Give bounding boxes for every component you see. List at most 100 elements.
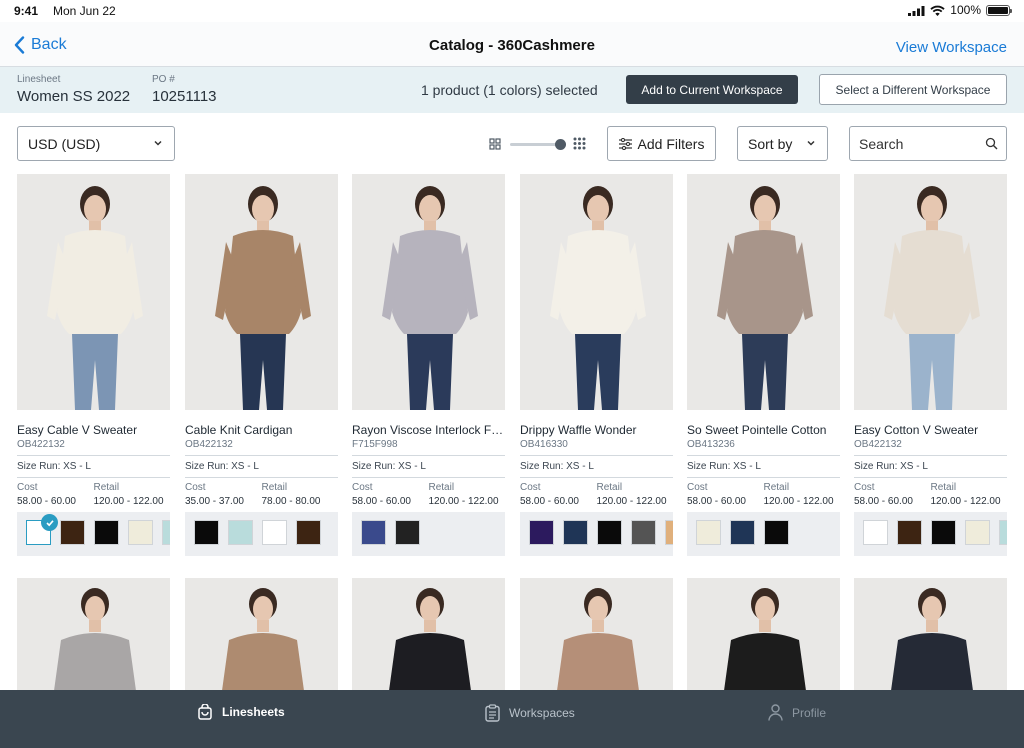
cost-column: Cost 58.00 - 60.00 — [854, 482, 931, 507]
cost-value: 58.00 - 60.00 — [17, 496, 76, 507]
color-swatch[interactable] — [597, 520, 622, 545]
product-sku: OB422132 — [185, 439, 233, 450]
wifi-icon — [930, 5, 945, 16]
model-figure — [221, 588, 305, 698]
retail-label: Retail — [930, 482, 957, 493]
model-figure — [723, 588, 807, 698]
retail-column: Retail 120.00 - 122.00 — [94, 482, 171, 507]
product-card[interactable]: So Sweet Pointelle Cotton OB413236 Size Ru… — [687, 174, 840, 557]
status-date: Mon Jun 22 — [53, 4, 116, 18]
color-swatch[interactable] — [563, 520, 588, 545]
product-photo[interactable] — [352, 174, 505, 410]
product-card[interactable]: Cable Knit Cardigan OB422132 Size Run: XS … — [185, 174, 338, 557]
model-figure — [215, 186, 311, 410]
tab-linesheets[interactable]: Linesheets — [197, 704, 285, 720]
cost-column: Cost 35.00 - 37.00 — [185, 482, 262, 507]
product-sku: OB422132 — [854, 439, 902, 450]
product-card[interactable]: Easy Cable V Sweater OB422132 Size Run: XS… — [17, 174, 170, 557]
retail-column: Retail 120.00 - 122.00 — [764, 482, 841, 507]
search-input[interactable] — [859, 134, 979, 154]
grid-small-icon — [489, 138, 501, 150]
price-block: Cost 58.00 - 60.00 Retail 120.00 - 122.00 — [854, 482, 1007, 507]
cost-value: 58.00 - 60.00 — [687, 496, 746, 507]
status-time: 9:41 — [14, 4, 39, 18]
product-card[interactable] — [17, 578, 170, 698]
color-swatches — [520, 512, 673, 556]
color-swatch[interactable] — [128, 520, 153, 545]
color-swatch[interactable] — [529, 520, 554, 545]
clipboard-icon — [485, 704, 500, 722]
product-name: Cable Knit Cardigan — [185, 423, 293, 437]
add-filters-button[interactable]: Add Filters — [607, 126, 716, 161]
sort-by-select[interactable]: Sort by — [737, 126, 828, 161]
product-card[interactable] — [520, 578, 673, 698]
product-card[interactable]: Easy Cotton V Sweater OB422132 Size Run: X… — [854, 174, 1007, 557]
tab-bar: Linesheets Workspaces Profile — [0, 690, 1024, 748]
retail-value: 120.00 - 122.00 — [596, 496, 667, 507]
product-card[interactable]: Drippy Waffle Wonder OB416330 Size Run: XS… — [520, 174, 673, 557]
product-card[interactable] — [352, 578, 505, 698]
color-swatch[interactable] — [228, 520, 253, 545]
cost-label: Cost — [687, 482, 708, 493]
model-figure — [382, 186, 478, 410]
color-swatch[interactable] — [897, 520, 922, 545]
tab-profile[interactable]: Profile — [768, 704, 826, 721]
status-bar: 9:41 Mon Jun 22 100% — [0, 0, 1024, 22]
color-swatch[interactable] — [296, 520, 321, 545]
cost-label: Cost — [854, 482, 875, 493]
po-meta: PO # 10251113 — [152, 74, 217, 105]
product-card[interactable] — [687, 578, 840, 698]
currency-select[interactable]: USD (USD) — [17, 126, 175, 161]
color-swatch[interactable] — [965, 520, 990, 545]
cost-label: Cost — [520, 482, 541, 493]
search-box[interactable] — [849, 126, 1007, 161]
product-card[interactable]: Rayon Viscose Interlock Fine Gauge F715F9… — [352, 174, 505, 557]
color-swatch[interactable] — [931, 520, 956, 545]
cost-column: Cost 58.00 - 60.00 — [520, 482, 597, 507]
size-run: Size Run: XS - L — [352, 455, 505, 478]
color-swatch[interactable] — [395, 520, 420, 545]
grid-large-icon — [573, 137, 586, 150]
grid-size-slider[interactable] — [489, 135, 587, 153]
color-swatch[interactable] — [94, 520, 119, 545]
color-swatch[interactable] — [631, 520, 656, 545]
product-photo[interactable] — [687, 174, 840, 410]
color-swatch[interactable] — [730, 520, 755, 545]
tab-workspaces[interactable]: Workspaces — [485, 704, 575, 722]
color-swatch[interactable] — [361, 520, 386, 545]
price-block: Cost 58.00 - 60.00 Retail 120.00 - 122.00 — [687, 482, 840, 507]
color-swatch[interactable] — [262, 520, 287, 545]
size-run: Size Run: XS - L — [185, 455, 338, 478]
page-title: Catalog - 360Cashmere — [429, 37, 595, 54]
select-different-workspace-button[interactable]: Select a Different Workspace — [819, 74, 1007, 105]
retail-value: 78.00 - 80.00 — [261, 496, 321, 507]
product-photo[interactable] — [854, 174, 1007, 410]
view-workspace-link[interactable]: View Workspace — [896, 39, 1007, 56]
product-name: So Sweet Pointelle Cotton — [687, 423, 827, 437]
model-figure — [550, 186, 646, 410]
tab-label: Linesheets — [222, 705, 285, 719]
product-card[interactable] — [185, 578, 338, 698]
product-photo[interactable] — [520, 174, 673, 410]
back-button[interactable]: Back — [14, 36, 67, 54]
color-swatch[interactable] — [162, 520, 170, 545]
search-icon — [985, 137, 998, 150]
color-swatch[interactable] — [665, 520, 673, 545]
color-swatch[interactable] — [60, 520, 85, 545]
color-swatch[interactable] — [696, 520, 721, 545]
add-to-current-workspace-button[interactable]: Add to Current Workspace — [626, 75, 798, 104]
cost-label: Cost — [17, 482, 38, 493]
color-swatch[interactable] — [194, 520, 219, 545]
selected-check-icon — [41, 514, 58, 531]
slider-thumb[interactable] — [555, 139, 566, 150]
product-photo[interactable] — [185, 174, 338, 410]
color-swatch[interactable] — [999, 520, 1007, 545]
product-name: Easy Cable V Sweater — [17, 423, 138, 437]
product-photo[interactable] — [17, 174, 170, 410]
product-sku: OB413236 — [687, 439, 735, 450]
currency-value: USD (USD) — [28, 135, 101, 152]
color-swatch[interactable] — [863, 520, 888, 545]
person-icon — [768, 704, 783, 721]
product-card[interactable] — [854, 578, 1007, 698]
color-swatch[interactable] — [764, 520, 789, 545]
